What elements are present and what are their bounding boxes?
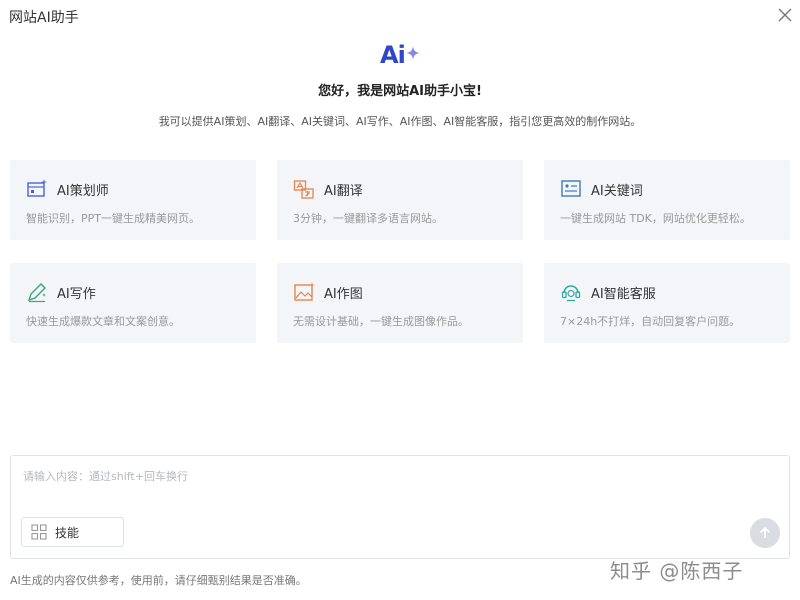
keyword-icon	[560, 178, 582, 200]
feature-title: AI写作	[57, 286, 96, 302]
arrow-up-icon	[759, 526, 771, 538]
sparkle-icon	[405, 45, 420, 64]
feature-title: AI智能客服	[591, 286, 656, 302]
feature-description: 无需设计基础，一键生成图像作品。	[293, 315, 469, 328]
feature-description: 一键生成网站 TDK，网站优化更轻松。	[560, 212, 751, 225]
feature-title: AI翻译	[324, 183, 363, 199]
grid-icon	[31, 524, 47, 540]
skills-button[interactable]: 技能	[21, 517, 124, 547]
greeting-heading: 您好，我是网站AI助手小宝!	[318, 84, 482, 99]
feature-card-translate[interactable]: AI翻译 3分钟，一键翻译多语言网站。	[277, 160, 523, 240]
ai-logo-text: Ai	[380, 41, 406, 69]
feature-title: AI作图	[324, 286, 363, 302]
close-button[interactable]	[776, 6, 794, 24]
translate-icon	[293, 178, 315, 200]
feature-card-planner[interactable]: AI策划师 智能识别，PPT一键生成精美网页。	[10, 160, 256, 240]
feature-card-customer-service[interactable]: AI智能客服 7×24h不打烊，自动回复客户问题。	[544, 263, 790, 343]
feature-card-image[interactable]: AI作图 无需设计基础，一键生成图像作品。	[277, 263, 523, 343]
chat-input-box: 技能	[10, 455, 790, 559]
feature-description: 快速生成爆款文章和文案创意。	[26, 315, 180, 328]
ai-logo: Ai	[380, 40, 424, 70]
feature-description: 智能识别，PPT一键生成精美网页。	[26, 212, 200, 225]
image-icon	[293, 281, 315, 303]
feature-title: AI关键词	[591, 183, 643, 199]
feature-title: AI策划师	[57, 183, 109, 199]
feature-card-keyword[interactable]: AI关键词 一键生成网站 TDK，网站优化更轻松。	[544, 160, 790, 240]
intro-text: 我可以提供AI策划、AI翻译、AI关键词、AI写作、AI作图、AI智能客服，指引…	[158, 115, 642, 128]
close-icon	[778, 8, 792, 22]
disclaimer-text: AI生成的内容仅供参考，使用前，请仔细甄别结果是否准确。	[10, 574, 307, 587]
skills-button-label: 技能	[55, 525, 80, 540]
chat-input[interactable]	[21, 466, 755, 510]
feature-card-writing[interactable]: AI写作 快速生成爆款文章和文案创意。	[10, 263, 256, 343]
customer-service-icon	[560, 281, 582, 303]
window-title: 网站AI助手	[9, 10, 79, 26]
watermark: 知乎 @陈西子	[610, 559, 744, 583]
feature-description: 7×24h不打烊，自动回复客户问题。	[560, 315, 741, 328]
writing-icon	[26, 281, 48, 303]
feature-description: 3分钟，一键翻译多语言网站。	[293, 212, 443, 225]
send-button[interactable]	[750, 518, 780, 548]
planner-icon	[26, 178, 48, 200]
